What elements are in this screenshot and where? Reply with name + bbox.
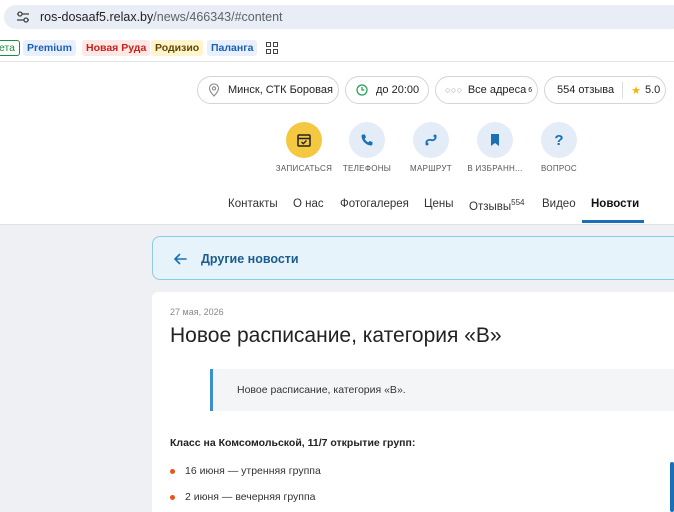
url-host: ros-dosaaf5.relax.by xyxy=(40,10,154,24)
site-header: Минск, СТК Боровая до 20:00 ○○○ Все адре… xyxy=(0,62,674,225)
location-pin-icon xyxy=(208,83,220,97)
dots-icon: ○○○ xyxy=(445,85,463,95)
action-favorites-label: В ИЗБРАНН... xyxy=(467,164,523,173)
article-quote-text: Новое расписание, категория «В». xyxy=(237,384,406,396)
action-favorites[interactable]: В ИЗБРАНН... xyxy=(462,122,528,173)
address-bar: ros-dosaaf5.relax.by/news/466343/#conten… xyxy=(0,0,674,34)
nav-reviews[interactable]: Отзывы554 xyxy=(469,198,525,213)
location-text: Минск, СТК Боровая xyxy=(228,84,333,96)
bookmark-rodizio[interactable]: Родизио xyxy=(151,40,204,56)
nav-news[interactable]: Новости xyxy=(591,198,639,210)
url-text[interactable]: ros-dosaaf5.relax.by/news/466343/#conten… xyxy=(40,10,283,24)
route-icon xyxy=(413,122,449,158)
bookmark-icon xyxy=(477,122,513,158)
question-icon: ? xyxy=(541,122,577,158)
nav-reviews-label: Отзывы xyxy=(469,200,512,213)
bullet-icon xyxy=(170,494,175,500)
action-question[interactable]: ? ВОПРОС xyxy=(526,122,592,173)
article-subheading: Класс на Комсомольской, 11/7 открытие гр… xyxy=(170,437,416,449)
location-pill[interactable]: Минск, СТК Боровая xyxy=(197,76,339,104)
hours-text: до 20:00 xyxy=(376,84,420,96)
article-date: 27 мая, 2026 xyxy=(170,307,224,317)
list-item: 2 июня — вечерняя группа xyxy=(170,491,316,503)
site-settings-icon[interactable] xyxy=(16,10,30,24)
apps-grid-icon[interactable] xyxy=(266,42,278,54)
action-signup[interactable]: ЗАПИСАТЬСЯ xyxy=(271,122,337,173)
reviews-pill[interactable]: 554 отзыва ★ 5.0 xyxy=(544,76,666,104)
nav-about[interactable]: О нас xyxy=(293,198,324,210)
action-question-label: ВОПРОС xyxy=(540,164,577,173)
addresses-pill[interactable]: ○○○ Все адреса 6 xyxy=(435,76,538,104)
floating-button-edge[interactable] xyxy=(670,462,674,512)
back-link[interactable]: Другие новости xyxy=(152,236,674,280)
hours-pill[interactable]: до 20:00 xyxy=(345,76,429,104)
bookmark-premium[interactable]: Premium xyxy=(23,40,76,56)
action-route-label: МАРШРУТ xyxy=(410,164,452,173)
phone-icon xyxy=(349,122,385,158)
action-signup-label: ЗАПИСАТЬСЯ xyxy=(275,164,333,173)
list-item-text: 16 июня — утренняя группа xyxy=(185,465,321,477)
addresses-count: 6 xyxy=(528,86,533,94)
rating-value: 5.0 xyxy=(645,84,661,96)
nav-gallery[interactable]: Фотогалерея xyxy=(340,198,409,210)
list-item: 16 июня — утренняя группа xyxy=(170,465,321,477)
star-icon: ★ xyxy=(631,84,641,97)
article-card: 27 мая, 2026 Новое расписание, категория… xyxy=(152,292,674,512)
nav-reviews-count: 554 xyxy=(511,198,525,207)
bookmarks-bar: ета Premium Новая Руда Родизио Паланга xyxy=(0,34,674,62)
list-item-text: 2 июня — вечерняя группа xyxy=(185,491,316,503)
nav-contacts[interactable]: Контакты xyxy=(228,198,278,210)
nav-video[interactable]: Видео xyxy=(542,198,576,210)
action-route[interactable]: МАРШРУТ xyxy=(398,122,464,173)
article-title: Новое расписание, категория «В» xyxy=(170,324,502,347)
url-path: /news/466343/#content xyxy=(153,10,283,24)
back-link-text: Другие новости xyxy=(201,252,299,266)
pill-divider xyxy=(622,82,624,98)
action-phones[interactable]: ТЕЛЕФОНЫ xyxy=(334,122,400,173)
addresses-text: Все адреса xyxy=(467,84,527,96)
active-tab-indicator xyxy=(582,220,644,223)
reviews-text: 554 отзыва xyxy=(557,84,615,96)
nav-prices[interactable]: Цены xyxy=(424,198,454,210)
bookmark-palanga[interactable]: Паланга xyxy=(207,40,258,56)
clock-icon xyxy=(356,84,368,96)
arrow-left-icon xyxy=(174,253,187,265)
calendar-icon xyxy=(286,122,322,158)
article-quote: Новое расписание, категория «В». xyxy=(210,369,674,411)
bookmark-novaya-ruda[interactable]: Новая Руда xyxy=(82,40,151,56)
bookmark-0[interactable]: ета xyxy=(0,40,21,56)
bullet-icon xyxy=(170,468,175,474)
action-phones-label: ТЕЛЕФОНЫ xyxy=(342,164,392,173)
